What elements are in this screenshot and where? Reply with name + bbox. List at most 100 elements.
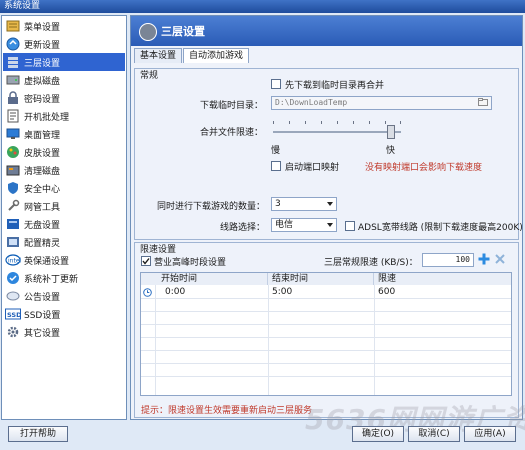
sidebar-item-label: 配置精灵 [24, 238, 61, 249]
speed-limit-table: 开始时间 结束时间 限速 0:00 5:00 600 [140, 272, 512, 396]
normal-limit-label: 三层常规限速 (KB/S)： [324, 258, 418, 268]
sidebar-item-menu[interactable]: 菜单设置 [3, 17, 125, 35]
concurrent-downloads-select[interactable]: 3 [271, 197, 337, 211]
sidebar-item-label: 无盘设置 [24, 220, 61, 231]
sidebar-item-announcement[interactable]: 公告设置 [3, 287, 125, 305]
cell-speed: 600 [378, 287, 396, 297]
sidebar-item-intel[interactable]: intel 英保通设置 [3, 251, 125, 269]
other-settings-icon [5, 325, 21, 339]
slider-tick [273, 121, 274, 124]
sidebar-item-batch[interactable]: 开机批处理 [3, 107, 125, 125]
sidebar-item-security[interactable]: 安全中心 [3, 179, 125, 197]
slider-tick [305, 121, 306, 124]
tab-auto-add-games[interactable]: 自动添加游戏 [183, 48, 250, 63]
apply-button[interactable]: 应用(A) [464, 426, 516, 442]
grid-line [141, 337, 511, 338]
merge-speed-slider-thumb[interactable] [386, 125, 395, 139]
delete-icon[interactable] [495, 254, 505, 264]
grid-line [374, 285, 375, 395]
intel-icon: intel [5, 253, 21, 267]
sidebar-item-label: 英保通设置 [24, 256, 70, 267]
tab-basic-settings[interactable]: 基本设置 [134, 48, 183, 63]
diskless-icon [5, 217, 21, 231]
sidebar-item-patch[interactable]: 系统补丁更新 [3, 269, 125, 287]
download-first-label: 先下载到临时目录再合并 [285, 81, 385, 91]
sidebar-item-label: 皮肤设置 [24, 148, 61, 159]
sidebar-item-wizard[interactable]: 配置精灵 [3, 233, 125, 251]
sidebar-item-virtual-disk[interactable]: 虚拟磁盘 [3, 71, 125, 89]
sidebar-item-clean-disk[interactable]: 清理磁盘 [3, 161, 125, 179]
sidebar-item-desktop[interactable]: 桌面管理 [3, 125, 125, 143]
general-group: 常规 先下载到临时目录再合并 下载临时目录： D:\DownLoadTemp 合… [134, 68, 523, 240]
sidebar-item-diskless[interactable]: 无盘设置 [3, 215, 125, 233]
column-header-end-time[interactable]: 结束时间 [268, 273, 374, 285]
adsl-label: ADSL宽带线路 (限制下载速度最高200K) [358, 223, 523, 233]
slider-tick [369, 121, 370, 124]
desktop-icon [5, 127, 21, 141]
svg-text:intel: intel [8, 258, 21, 265]
port-mapping-warning: 没有映射端口会影响下载速度 [365, 163, 483, 173]
sidebar-item-password[interactable]: 密码设置 [3, 89, 125, 107]
speed-limit-group-title: 限速设置 [140, 245, 177, 255]
temp-dir-input[interactable]: D:\DownLoadTemp [271, 96, 492, 110]
grid-line [141, 324, 511, 325]
grid-line [141, 311, 511, 312]
sidebar-item-label: 系统补丁更新 [24, 274, 79, 285]
sidebar-item-update[interactable]: 更新设置 [3, 35, 125, 53]
grid-line [268, 285, 269, 395]
grid-line [141, 363, 511, 364]
line-select-value: 电信 [275, 220, 294, 230]
cell-end-time: 5:00 [272, 287, 293, 297]
sidebar-nav: 菜单设置 更新设置 三层设置 虚拟磁盘 密码设置 开机批处理 桌面管理 皮肤设置… [1, 15, 127, 420]
announcement-icon [5, 289, 21, 303]
ok-button[interactable]: 确定(O) [352, 426, 404, 442]
sidebar-item-label: 菜单设置 [24, 22, 61, 33]
page-title: 三层设置 [161, 25, 205, 38]
concurrent-downloads-label: 同时进行下载游戏的数量： [156, 202, 265, 212]
sidebar-item-label: 密码设置 [24, 94, 61, 105]
chevron-down-icon [327, 202, 333, 206]
general-group-title: 常规 [140, 71, 159, 81]
restart-hint: 提示：限速设置生效需要重新启动三层服务 [141, 406, 313, 416]
port-mapping-checkbox[interactable] [271, 161, 281, 171]
sidebar-item-tools[interactable]: 网管工具 [3, 197, 125, 215]
sidebar-item-label: 虚拟磁盘 [24, 76, 61, 87]
security-icon [5, 181, 21, 195]
grid-line [155, 285, 156, 395]
open-help-button[interactable]: 打开帮助 [8, 426, 68, 442]
main-panel: 三层设置 基本设置 自动添加游戏 常规 先下载到临时目录再合并 下载临时目录： … [130, 15, 523, 420]
normal-limit-input[interactable]: 100 [422, 253, 474, 267]
password-icon [5, 91, 21, 105]
sidebar-item-skin[interactable]: 皮肤设置 [3, 143, 125, 161]
line-select-label: 线路选择： [219, 223, 265, 233]
slow-label: 慢 [271, 146, 281, 156]
download-first-checkbox[interactable] [271, 79, 281, 89]
sidebar-item-three-layer[interactable]: 三层设置 [3, 53, 125, 71]
add-icon[interactable] [478, 253, 490, 265]
gear-icon [139, 23, 157, 41]
sidebar-item-label: 其它设置 [24, 328, 61, 339]
temp-dir-value: D:\DownLoadTemp [275, 98, 348, 107]
merge-speed-slider-track[interactable] [273, 131, 401, 133]
sidebar-item-label: 开机批处理 [24, 112, 70, 123]
column-header-speed[interactable]: 限速 [374, 273, 511, 285]
line-select[interactable]: 电信 [271, 218, 337, 232]
folder-icon[interactable] [478, 98, 488, 106]
cancel-button[interactable]: 取消(C) [408, 426, 460, 442]
peak-hours-label: 营业高峰时段设置 [154, 258, 227, 268]
grid-line [141, 298, 511, 299]
sidebar-item-ssd[interactable]: SSD SSD设置 [3, 305, 125, 323]
speed-limit-group: 限速设置 营业高峰时段设置 三层常规限速 (KB/S)： 100 开始时间 结束… [134, 242, 519, 418]
table-row[interactable]: 0:00 5:00 600 [141, 286, 511, 298]
column-header-start-time[interactable]: 开始时间 [141, 273, 268, 285]
adsl-checkbox[interactable] [345, 221, 355, 231]
sidebar-item-other-settings[interactable]: 其它设置 [3, 323, 125, 341]
clean-disk-icon [5, 163, 21, 177]
merge-speed-label: 合并文件限速： [199, 128, 263, 138]
peak-hours-checkbox[interactable] [141, 256, 151, 266]
sidebar-item-label: 清理磁盘 [24, 166, 61, 177]
grid-line [141, 376, 511, 377]
sidebar-item-label: 安全中心 [24, 184, 61, 195]
batch-icon [5, 109, 21, 123]
checkmark-icon [142, 258, 150, 265]
